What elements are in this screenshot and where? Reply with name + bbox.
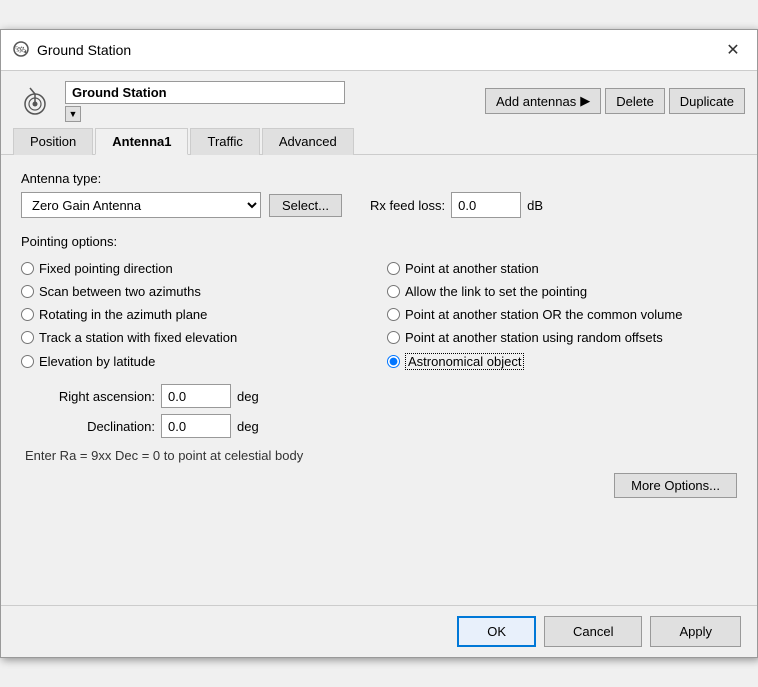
pointing-options-label: Pointing options: — [21, 234, 737, 249]
ground-station-dialog: 🛰 Ground Station ✕ ▼ Add antennas ▶ — [0, 29, 758, 658]
radio-fixed-input[interactable] — [21, 262, 34, 275]
tab-content: Antenna type: Zero Gain Antenna Select..… — [1, 155, 757, 605]
duplicate-button[interactable]: Duplicate — [669, 88, 745, 114]
declination-label: Declination: — [25, 419, 155, 434]
title-bar-icon: 🛰 — [13, 41, 29, 60]
right-ascension-unit: deg — [237, 389, 259, 404]
name-section: ▼ — [65, 81, 477, 122]
header-buttons: Add antennas ▶ Delete Duplicate — [485, 88, 745, 114]
station-icon — [16, 82, 54, 120]
radio-point-random-label: Point at another station using random of… — [405, 330, 663, 345]
right-ascension-input[interactable] — [161, 384, 231, 408]
params-section: Right ascension: deg Declination: deg — [21, 384, 737, 438]
radio-rotating: Rotating in the azimuth plane — [21, 305, 371, 324]
declination-row: Declination: deg — [21, 414, 737, 438]
apply-button[interactable]: Apply — [650, 616, 741, 647]
title-bar: 🛰 Ground Station ✕ — [1, 30, 757, 71]
tab-position[interactable]: Position — [13, 128, 93, 155]
tab-antenna1[interactable]: Antenna1 — [95, 128, 188, 155]
radio-point-station-label: Point at another station — [405, 261, 539, 276]
declination-unit: deg — [237, 419, 259, 434]
radio-allow-link: Allow the link to set the pointing — [387, 282, 737, 301]
radio-elevation-label: Elevation by latitude — [39, 354, 155, 369]
delete-button[interactable]: Delete — [605, 88, 665, 114]
rx-feed-input[interactable] — [451, 192, 521, 218]
hint-text: Enter Ra = 9xx Dec = 0 to point at celes… — [25, 448, 737, 463]
footer: OK Cancel Apply — [1, 605, 757, 657]
name-dropdown-arrow[interactable]: ▼ — [65, 106, 81, 122]
declination-input[interactable] — [161, 414, 231, 438]
header-row: ▼ Add antennas ▶ Delete Duplicate — [1, 71, 757, 127]
station-name-input[interactable] — [65, 81, 345, 104]
radio-allow-link-label: Allow the link to set the pointing — [405, 284, 587, 299]
radio-allow-link-input[interactable] — [387, 285, 400, 298]
radio-astronomical-label: Astronomical object — [405, 353, 524, 370]
radio-scan: Scan between two azimuths — [21, 282, 371, 301]
rx-feed-unit: dB — [527, 198, 543, 213]
radio-scan-input[interactable] — [21, 285, 34, 298]
antenna-type-select[interactable]: Zero Gain Antenna — [21, 192, 261, 218]
radio-fixed: Fixed pointing direction — [21, 259, 371, 278]
radio-scan-label: Scan between two azimuths — [39, 284, 201, 299]
title-bar-title: Ground Station — [37, 42, 131, 58]
radio-astronomical: Astronomical object — [387, 351, 737, 372]
radio-elevation-input[interactable] — [21, 355, 34, 368]
radio-track-input[interactable] — [21, 331, 34, 344]
tab-advanced[interactable]: Advanced — [262, 128, 354, 155]
radio-rotating-label: Rotating in the azimuth plane — [39, 307, 207, 322]
svg-text:🛰: 🛰 — [15, 45, 28, 56]
radio-track: Track a station with fixed elevation — [21, 328, 371, 347]
radio-point-random: Point at another station using random of… — [387, 328, 737, 347]
close-button[interactable]: ✕ — [721, 38, 745, 62]
radio-point-common-input[interactable] — [387, 308, 400, 321]
radio-fixed-label: Fixed pointing direction — [39, 261, 173, 276]
radio-astronomical-input[interactable] — [387, 355, 400, 368]
more-options-button[interactable]: More Options... — [614, 473, 737, 498]
radio-elevation: Elevation by latitude — [21, 351, 371, 372]
rx-feed-row: Rx feed loss: dB — [370, 192, 543, 218]
pointing-options-grid: Fixed pointing direction Point at anothe… — [21, 259, 737, 372]
radio-point-common-label: Point at another station OR the common v… — [405, 307, 682, 322]
radio-point-common: Point at another station OR the common v… — [387, 305, 737, 324]
right-ascension-label: Right ascension: — [25, 389, 155, 404]
antenna-type-row: Zero Gain Antenna Select... Rx feed loss… — [21, 192, 737, 218]
radio-point-station: Point at another station — [387, 259, 737, 278]
antenna-type-label: Antenna type: — [21, 171, 737, 186]
radio-point-random-input[interactable] — [387, 331, 400, 344]
radio-rotating-input[interactable] — [21, 308, 34, 321]
title-bar-left: 🛰 Ground Station — [13, 41, 131, 60]
station-icon-area — [13, 79, 57, 123]
right-ascension-row: Right ascension: deg — [21, 384, 737, 408]
tab-traffic[interactable]: Traffic — [190, 128, 259, 155]
more-options-row: More Options... — [21, 473, 737, 498]
rx-feed-label: Rx feed loss: — [370, 198, 445, 213]
select-antenna-button[interactable]: Select... — [269, 194, 342, 217]
cancel-button[interactable]: Cancel — [544, 616, 642, 647]
add-antennas-button[interactable]: Add antennas ▶ — [485, 88, 601, 114]
radio-point-station-input[interactable] — [387, 262, 400, 275]
ok-button[interactable]: OK — [457, 616, 536, 647]
tabs-container: Position Antenna1 Traffic Advanced — [1, 127, 757, 155]
radio-track-label: Track a station with fixed elevation — [39, 330, 237, 345]
